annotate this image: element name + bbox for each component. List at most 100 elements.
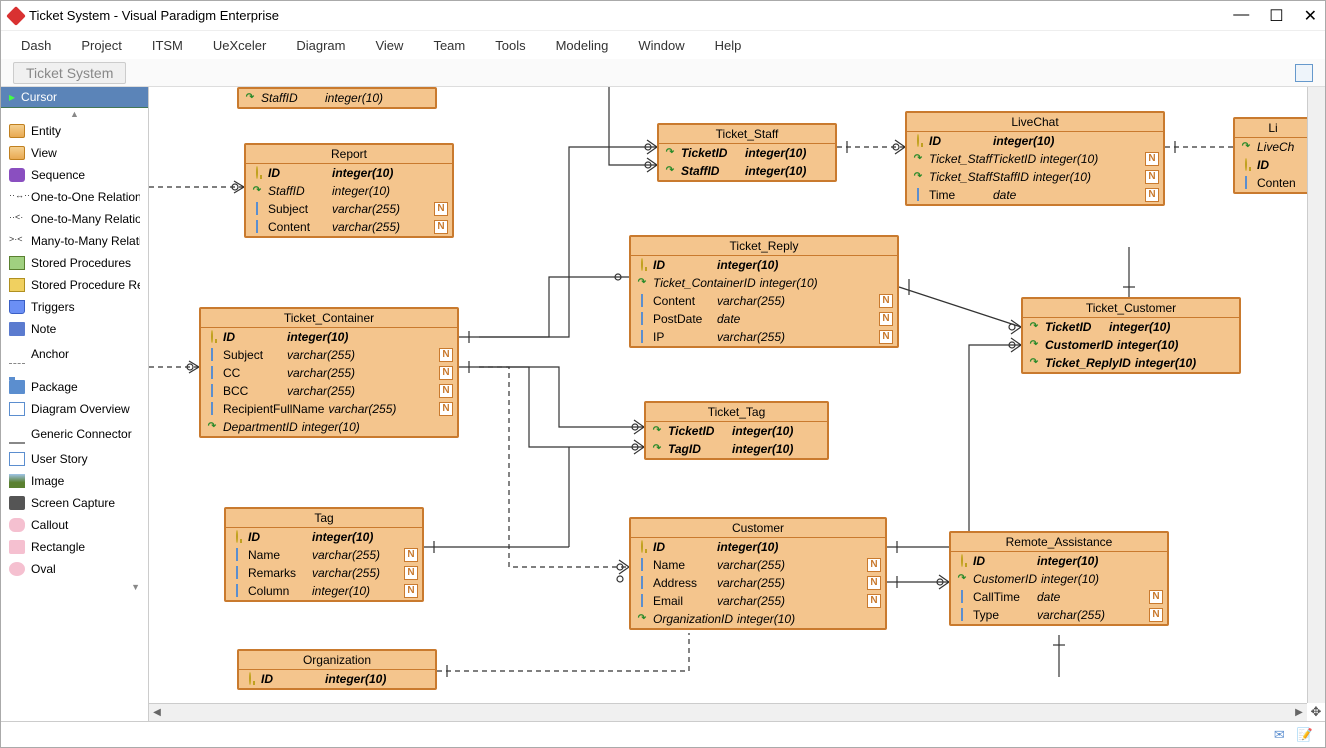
- entity-column-row[interactable]: IDinteger(10): [239, 670, 435, 688]
- tool-screen-capture[interactable]: Screen Capture: [1, 492, 148, 514]
- entity-column-row[interactable]: IDinteger(10): [631, 538, 885, 556]
- tool-rectangle[interactable]: Rectangle: [1, 536, 148, 558]
- menu-itsm[interactable]: ITSM: [152, 38, 183, 53]
- entity-column-row[interactable]: Conten: [1235, 174, 1311, 192]
- tool-oval[interactable]: Oval: [1, 558, 148, 580]
- entity-column-row[interactable]: CCvarchar(255)N: [201, 364, 457, 382]
- entity-column-row[interactable]: CallTimedateN: [951, 588, 1167, 606]
- vertical-scrollbar[interactable]: [1307, 87, 1325, 703]
- entity-column-row[interactable]: ↷TicketIDinteger(10): [659, 144, 835, 162]
- menu-tools[interactable]: Tools: [495, 38, 525, 53]
- entity-column-row[interactable]: IDinteger(10): [631, 256, 897, 274]
- tool-entity[interactable]: Entity: [1, 120, 148, 142]
- entity-column-row[interactable]: ↷CustomerIDinteger(10): [951, 570, 1167, 588]
- entity-column-row[interactable]: Namevarchar(255)N: [631, 556, 885, 574]
- entity-column-row[interactable]: ↷LiveCh: [1235, 138, 1311, 156]
- entity-column-row[interactable]: IDinteger(10): [951, 552, 1167, 570]
- pan-grip-icon[interactable]: ✥: [1307, 703, 1325, 721]
- menu-window[interactable]: Window: [638, 38, 684, 53]
- entity-column-row[interactable]: Subjectvarchar(255)N: [246, 200, 452, 218]
- tool-image[interactable]: Image: [1, 470, 148, 492]
- entity-column-row[interactable]: BCCvarchar(255)N: [201, 382, 457, 400]
- edit-icon[interactable]: 📝: [1297, 727, 1313, 743]
- tool-user-story[interactable]: User Story: [1, 448, 148, 470]
- tool-view[interactable]: View: [1, 142, 148, 164]
- entity-column-row[interactable]: Columninteger(10)N: [226, 582, 422, 600]
- entity-column-row[interactable]: ↷Ticket_ReplyIDinteger(10): [1023, 354, 1239, 372]
- entity-column-row[interactable]: Contentvarchar(255)N: [631, 292, 897, 310]
- entity-column-row[interactable]: ↷StaffIDinteger(10): [659, 162, 835, 180]
- entity-column-row[interactable]: ↷CustomerIDinteger(10): [1023, 336, 1239, 354]
- entity-column-row[interactable]: IDinteger(10): [201, 328, 457, 346]
- entity-column-row[interactable]: IDinteger(10): [246, 164, 452, 182]
- entity-column-row[interactable]: ↷TagIDinteger(10): [646, 440, 827, 458]
- tool-one-to-one-relationship[interactable]: ··↔··One-to-One Relationship: [1, 186, 148, 208]
- entity-li[interactable]: Li↷LiveChIDConten: [1233, 117, 1313, 194]
- entity-ticket-container[interactable]: Ticket_ContainerIDinteger(10)Subjectvarc…: [199, 307, 459, 438]
- tool-generic-connector[interactable]: Generic Connector: [1, 420, 148, 448]
- entity-column-row[interactable]: Contentvarchar(255)N: [246, 218, 452, 236]
- menu-project[interactable]: Project: [81, 38, 121, 53]
- entity-report[interactable]: ReportIDinteger(10)↷StaffIDinteger(10)Su…: [244, 143, 454, 238]
- entity-column-row[interactable]: ↷StaffIDinteger(10): [239, 89, 435, 107]
- tool-stored-procedures[interactable]: Stored Procedures: [1, 252, 148, 274]
- entity-column-row[interactable]: IPvarchar(255)N: [631, 328, 897, 346]
- entity-column-row[interactable]: ↷OrganizationIDinteger(10): [631, 610, 885, 628]
- entity-customer[interactable]: CustomerIDinteger(10)Namevarchar(255)NAd…: [629, 517, 887, 630]
- entity-column-row[interactable]: Remarksvarchar(255)N: [226, 564, 422, 582]
- entity-column-row[interactable]: IDinteger(10): [226, 528, 422, 546]
- entity-column-row[interactable]: Emailvarchar(255)N: [631, 592, 885, 610]
- entity-column-row[interactable]: RecipientFullNamevarchar(255)N: [201, 400, 457, 418]
- menu-modeling[interactable]: Modeling: [556, 38, 609, 53]
- entity-ticket-customer[interactable]: Ticket_Customer↷TicketIDinteger(10)↷Cust…: [1021, 297, 1241, 374]
- entity-column-row[interactable]: ↷TicketIDinteger(10): [646, 422, 827, 440]
- entity-column-row[interactable]: ↷StaffIDinteger(10): [246, 182, 452, 200]
- entity-tag[interactable]: TagIDinteger(10)Namevarchar(255)NRemarks…: [224, 507, 424, 602]
- entity-column-row[interactable]: IDinteger(10): [907, 132, 1163, 150]
- entity-column-row[interactable]: Addressvarchar(255)N: [631, 574, 885, 592]
- tool-anchor[interactable]: Anchor: [1, 340, 148, 368]
- entity-column-row[interactable]: ↷DepartmentIDinteger(10): [201, 418, 457, 436]
- toolbox-scroll-up[interactable]: ▲: [1, 108, 148, 120]
- tool-many-to-many-relationship[interactable]: >·<Many-to-Many Relationship: [1, 230, 148, 252]
- entity-column-row[interactable]: Namevarchar(255)N: [226, 546, 422, 564]
- minimize-button[interactable]: —: [1233, 6, 1249, 26]
- menu-view[interactable]: View: [375, 38, 403, 53]
- entity-column-row[interactable]: PostDatedateN: [631, 310, 897, 328]
- tool-triggers[interactable]: Triggers: [1, 296, 148, 318]
- tool-callout[interactable]: Callout: [1, 514, 148, 536]
- menu-team[interactable]: Team: [433, 38, 465, 53]
- close-button[interactable]: ✕: [1304, 6, 1317, 26]
- entity-column-row[interactable]: ID: [1235, 156, 1311, 174]
- menu-diagram[interactable]: Diagram: [296, 38, 345, 53]
- entity-column-row[interactable]: Typevarchar(255)N: [951, 606, 1167, 624]
- toolbox-scroll-down[interactable]: ▼: [1, 580, 148, 594]
- entity-column-row[interactable]: ↷Ticket_StaffTicketIDinteger(10)N: [907, 150, 1163, 168]
- menu-uexceler[interactable]: UeXceler: [213, 38, 266, 53]
- tool-one-to-many-relationship[interactable]: ··<·One-to-Many Relationship: [1, 208, 148, 230]
- entity-ticket-reply[interactable]: Ticket_ReplyIDinteger(10)↷Ticket_Contain…: [629, 235, 899, 348]
- erd-canvas[interactable]: ↷StaffIDinteger(10)ReportIDinteger(10)↷S…: [149, 87, 1317, 697]
- entity-column-row[interactable]: ↷Ticket_StaffStaffIDinteger(10)N: [907, 168, 1163, 186]
- menu-dash[interactable]: Dash: [21, 38, 51, 53]
- tool-sequence[interactable]: Sequence: [1, 164, 148, 186]
- entity-ticket-tag[interactable]: Ticket_Tag↷TicketIDinteger(10)↷TagIDinte…: [644, 401, 829, 460]
- tool-package[interactable]: Package: [1, 376, 148, 398]
- entity-remote-assistance[interactable]: Remote_AssistanceIDinteger(10)↷CustomerI…: [949, 531, 1169, 626]
- tool-cursor[interactable]: ▸ Cursor: [1, 87, 148, 108]
- entity-organization[interactable]: OrganizationIDinteger(10): [237, 649, 437, 690]
- entity-column-row[interactable]: Subjectvarchar(255)N: [201, 346, 457, 364]
- entity-column-row[interactable]: ↷Ticket_ContainerIDinteger(10): [631, 274, 897, 292]
- maximize-button[interactable]: ☐: [1269, 6, 1283, 26]
- mail-icon[interactable]: ✉: [1274, 727, 1285, 743]
- tool-stored-procedure-resultset[interactable]: Stored Procedure Resultset: [1, 274, 148, 296]
- entity-livechat[interactable]: LiveChatIDinteger(10)↷Ticket_StaffTicket…: [905, 111, 1165, 206]
- entity-ticket-staff[interactable]: Ticket_Staff↷TicketIDinteger(10)↷StaffID…: [657, 123, 837, 182]
- tool-diagram-overview[interactable]: Diagram Overview: [1, 398, 148, 420]
- entity-column-row[interactable]: ↷TicketIDinteger(10): [1023, 318, 1239, 336]
- tool-note[interactable]: Note: [1, 318, 148, 340]
- menu-help[interactable]: Help: [715, 38, 742, 53]
- diagram-nav-icon[interactable]: [1295, 64, 1313, 82]
- horizontal-scrollbar[interactable]: ◀▶: [149, 703, 1307, 721]
- entity-partial-top[interactable]: ↷StaffIDinteger(10): [237, 87, 437, 109]
